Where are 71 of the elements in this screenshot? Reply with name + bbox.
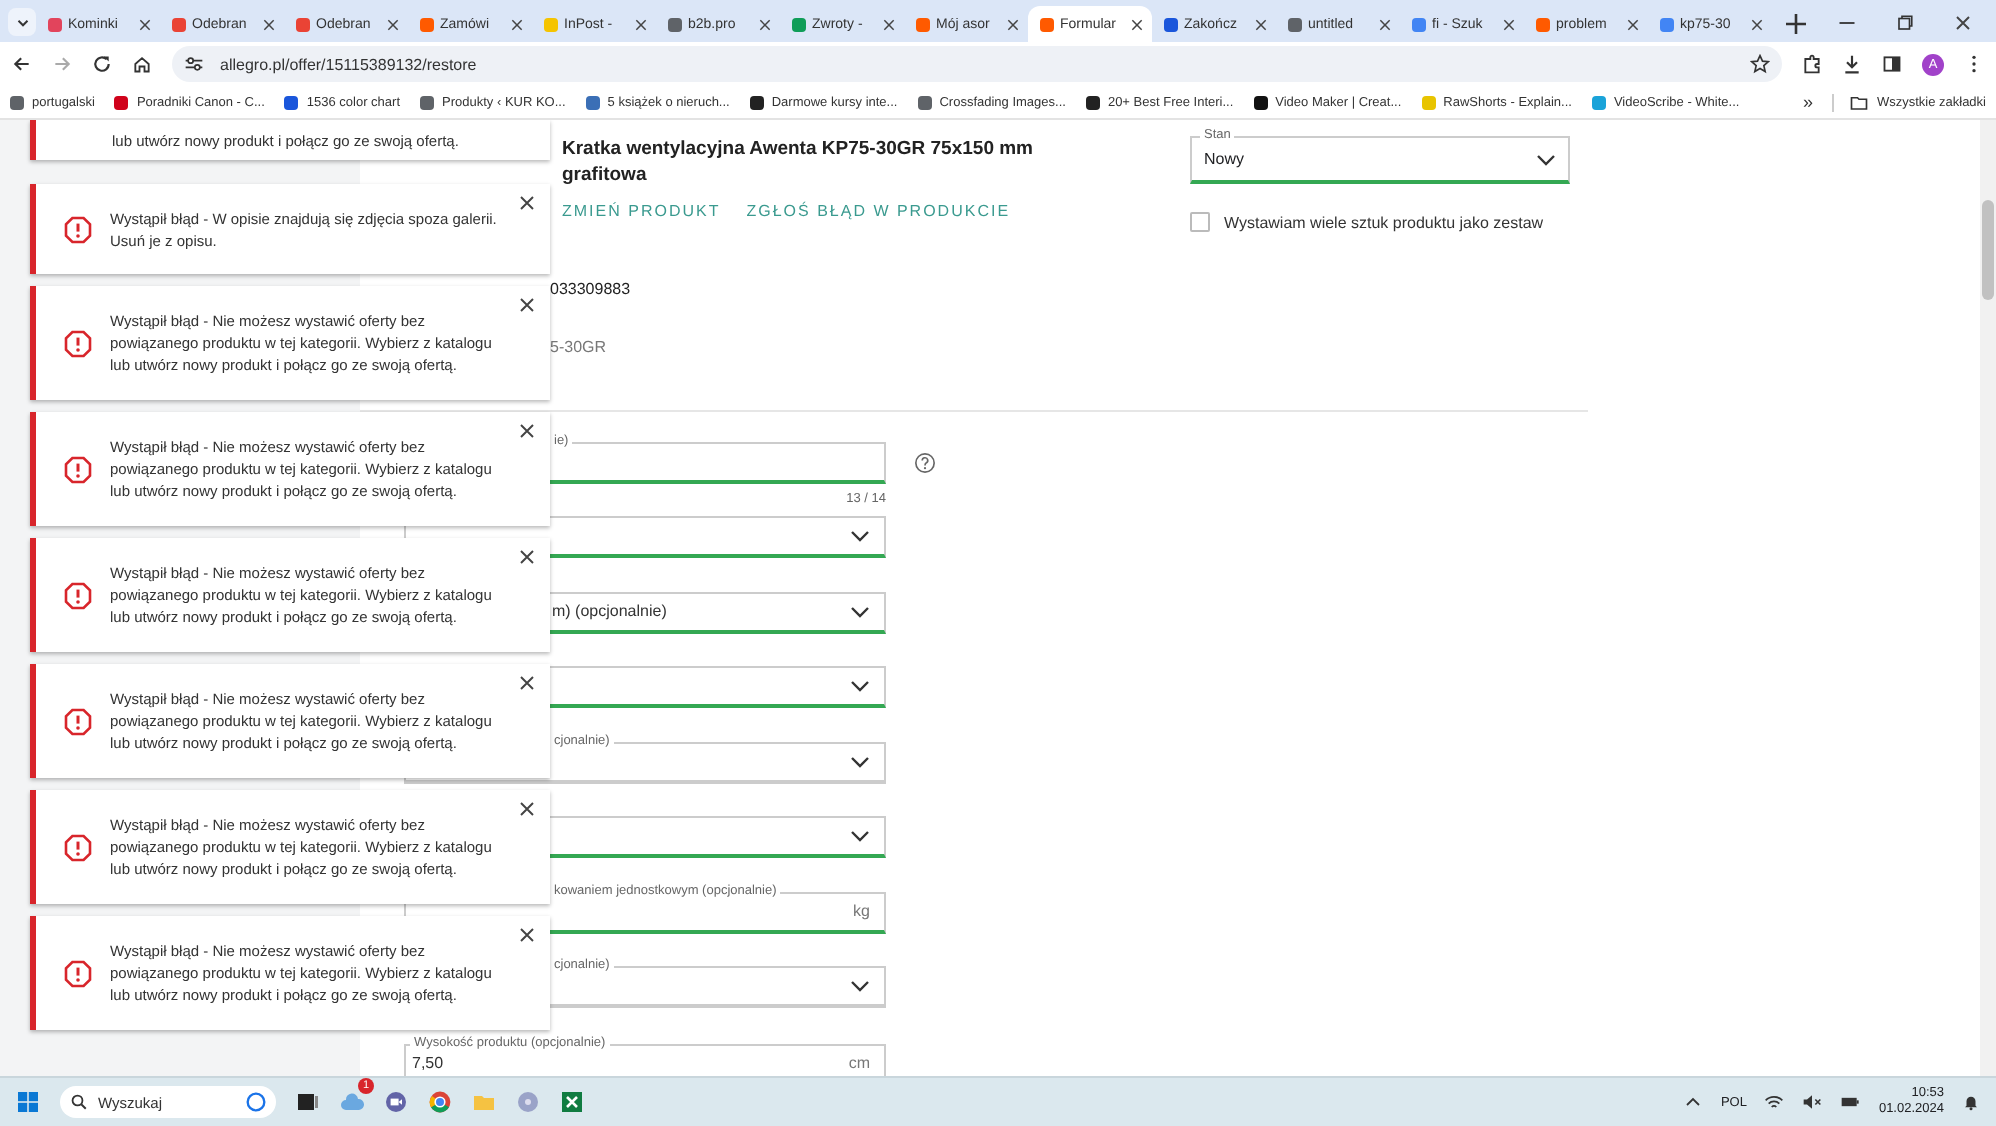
close-icon[interactable]	[634, 17, 648, 31]
error-icon	[64, 215, 92, 243]
chevron-down-icon	[850, 605, 870, 617]
close-button[interactable]	[518, 800, 536, 818]
close-icon	[518, 422, 536, 440]
back-icon[interactable]	[12, 54, 32, 74]
checkbox-label: Wystawiam wiele sztuk produktu jako zestaw	[1224, 213, 1544, 231]
puzzle-icon[interactable]	[1802, 54, 1822, 74]
folder-icon	[1850, 93, 1869, 111]
close-button[interactable]	[518, 194, 536, 212]
restore-icon[interactable]	[1896, 14, 1914, 32]
close-icon[interactable]	[1378, 17, 1392, 31]
close-icon	[518, 674, 536, 692]
close-button[interactable]	[518, 422, 536, 440]
chevron-down-icon	[850, 980, 870, 992]
close-icon	[518, 296, 536, 314]
chevron-down-icon	[850, 755, 870, 767]
close-icon[interactable]	[1954, 14, 1972, 32]
task-view-icon[interactable]	[296, 1090, 320, 1114]
close-icon[interactable]	[262, 17, 276, 31]
close-icon[interactable]	[1254, 17, 1268, 31]
scrollbar[interactable]	[1980, 120, 1996, 1076]
chevron-down-icon	[1536, 153, 1556, 165]
close-icon	[518, 800, 536, 818]
error-icon	[64, 707, 92, 735]
chevron-down-icon	[850, 680, 870, 692]
close-icon[interactable]	[758, 17, 772, 31]
checkbox[interactable]	[1190, 212, 1210, 232]
reload-icon[interactable]	[92, 54, 112, 74]
close-icon[interactable]	[882, 17, 896, 31]
side-panel-icon[interactable]	[1882, 54, 1902, 74]
close-button[interactable]	[518, 548, 536, 566]
address-bar[interactable]: allegro.pl/offer/15115389132/restore	[172, 46, 1782, 82]
error-icon	[64, 455, 92, 483]
tab-search-button[interactable]	[8, 8, 36, 36]
error-icon	[64, 833, 92, 861]
close-button[interactable]	[518, 674, 536, 692]
speaker-muted-icon[interactable]	[1802, 1090, 1823, 1114]
close-icon	[518, 926, 536, 944]
star-icon[interactable]	[1750, 54, 1770, 74]
close-icon[interactable]	[1502, 17, 1516, 31]
close-icon	[518, 548, 536, 566]
close-icon[interactable]	[386, 17, 400, 31]
error-icon	[64, 329, 92, 357]
help-icon[interactable]	[914, 452, 936, 474]
product-title: Kratka wentylacyjna Awenta KP75-30GR 75x150 mm grafitowa	[562, 136, 1036, 188]
close-icon[interactable]	[1626, 17, 1640, 31]
close-icon[interactable]	[1006, 17, 1020, 31]
chevron-down-icon	[850, 830, 870, 842]
product-model: 5-30GR	[550, 338, 609, 356]
close-button[interactable]	[518, 296, 536, 314]
home-icon[interactable]	[132, 54, 152, 74]
video-chat-icon[interactable]	[384, 1090, 408, 1114]
more-bookmarks-button[interactable]: »	[1802, 92, 1813, 112]
download-icon[interactable]	[1842, 54, 1862, 74]
search-icon	[70, 1090, 88, 1114]
close-icon[interactable]	[510, 17, 524, 31]
spreadsheet-icon[interactable]	[560, 1090, 584, 1114]
chevron-down-icon	[850, 530, 870, 542]
plus-icon[interactable]	[1784, 12, 1808, 36]
error-icon	[64, 581, 92, 609]
product-code: 033309883	[550, 280, 633, 298]
windows-logo-icon[interactable]	[16, 1090, 40, 1114]
close-icon	[518, 194, 536, 212]
browser-icon[interactable]	[428, 1090, 452, 1114]
close-icon[interactable]	[1750, 17, 1764, 31]
close-icon[interactable]	[138, 17, 152, 31]
close-button[interactable]	[518, 926, 536, 944]
site-settings-icon[interactable]	[184, 54, 204, 74]
error-icon	[64, 959, 92, 987]
close-icon[interactable]	[1130, 17, 1144, 31]
